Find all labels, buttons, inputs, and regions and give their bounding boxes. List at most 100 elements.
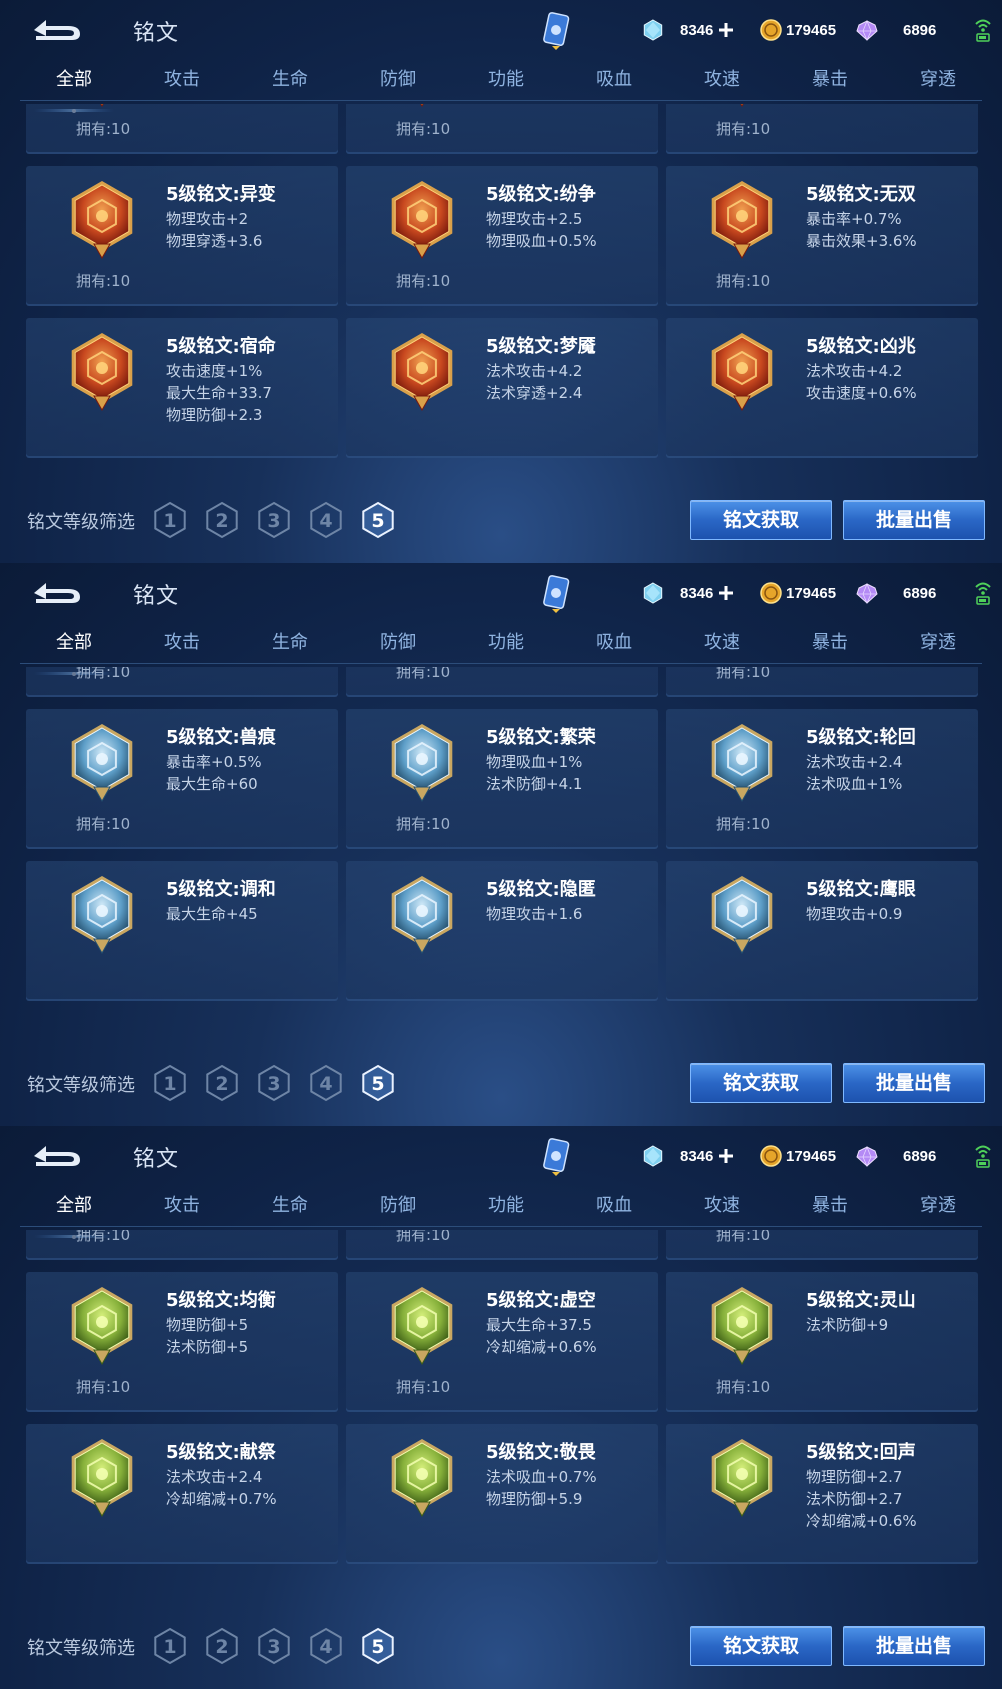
tab-2[interactable]: 生命 [250,1188,330,1224]
tab-1[interactable]: 攻击 [142,625,222,661]
rune-list[interactable]: 5级铭文:狩猎攻击速度+1%移速+1%拥有:10 5级铭文:贪婪法术吸血+1.6… [0,667,1002,1033]
level-filter-4[interactable]: 4 [308,1063,344,1103]
level-filter-5[interactable]: 5 [360,1063,396,1103]
tab-1[interactable]: 攻击 [142,62,222,98]
rune-card[interactable]: 5级铭文:回声 物理防御+2.7 法术防御+2.7 冷却缩减+0.6% [666,1424,978,1564]
rune-card[interactable]: 5级铭文:隐匿 物理攻击+1.6 [346,861,658,1001]
rune-card[interactable]: 5级铭文:梦魇 法术攻击+4.2 法术穿透+2.4 [346,318,658,458]
rune-name: 5级铭文:献祭 [166,1442,276,1463]
level-filter-2[interactable]: 2 [204,1063,240,1103]
rune-card[interactable]: 物理攻击+3.2拥有:10 [26,104,338,154]
tab-4[interactable]: 功能 [466,625,546,661]
rune-card[interactable]: 5级铭文:繁荣 物理吸血+1% 法术防御+4.1 拥有:10 [346,709,658,849]
tab-3[interactable]: 防御 [358,625,438,661]
tab-6[interactable]: 攻速 [682,625,762,661]
rune-card[interactable]: 5级铭文:纷争 物理攻击+2.5 物理吸血+0.5% 拥有:10 [346,166,658,306]
rune-card[interactable]: 5级铭文:献祭 法术攻击+2.4 冷却缩减+0.7% [26,1424,338,1564]
level-filter-3[interactable]: 3 [256,500,292,540]
rune-card[interactable]: 物理防御+9拥有:10 [666,1230,978,1260]
back-icon[interactable] [28,579,86,607]
add-ore-icon[interactable] [717,21,735,39]
level-filter-2[interactable]: 2 [204,1626,240,1666]
rune-card[interactable]: 5级铭文:夺萃物理吸血+1.6%拥有:10 [666,667,978,697]
tab-5[interactable]: 吸血 [574,1188,654,1224]
rune-card-icon[interactable] [540,573,572,613]
svg-text:3: 3 [267,1636,280,1658]
rune-card-icon[interactable] [540,1136,572,1176]
level-filter-label: 铭文等级筛选 [27,1638,135,1659]
rune-card[interactable]: 5级铭文:灵山 法术防御+9 拥有:10 [666,1272,978,1412]
level-filter-5[interactable]: 5 [360,500,396,540]
rune-card[interactable]: 5级铭文:凶兆 法术攻击+4.2 攻击速度+0.6% [666,318,978,458]
tab-1[interactable]: 攻击 [142,1188,222,1224]
rune-icon [66,1436,138,1518]
tab-0[interactable]: 全部 [34,1188,114,1224]
rune-card[interactable]: 5级铭文:无双 暴击率+0.7% 暴击效果+3.6% 拥有:10 [666,166,978,306]
rune-card[interactable]: 5级铭文:贪婪法术吸血+1.6%拥有:10 [346,667,658,697]
rune-stat: 最大生命+60 [166,775,258,793]
get-rune-button[interactable]: 铭文获取 [690,1063,832,1103]
tab-7[interactable]: 暴击 [790,62,870,98]
tab-4[interactable]: 功能 [466,62,546,98]
rune-card[interactable]: 5级铭文:虚空 最大生命+37.5 冷却缩减+0.6% 拥有:10 [346,1272,658,1412]
rune-card[interactable]: 5级铭文:调和 最大生命+45 [26,861,338,1001]
rune-card[interactable]: 法术攻击+5.3拥有:10 [346,104,658,154]
rune-card[interactable]: 5级铭文:兽痕 暴击率+0.5% 最大生命+60 拥有:10 [26,709,338,849]
rune-card[interactable]: 5级铭文:异变 物理攻击+2 物理穿透+3.6 拥有:10 [26,166,338,306]
owned-count: 拥有:10 [76,667,131,681]
level-filter-4[interactable]: 4 [308,500,344,540]
rune-card[interactable]: 攻击速度+0.6%法术穿透+6.4拥有:10 [26,1230,338,1260]
ore-currency: 8346 [642,18,735,42]
level-filter-3[interactable]: 3 [256,1626,292,1666]
bulk-sell-button[interactable]: 批量出售 [843,500,985,540]
level-filter-2[interactable]: 2 [204,500,240,540]
rune-stat: 物理攻击+2.5 [486,210,583,228]
rune-card[interactable]: 5级铭文:敬畏 法术吸血+0.7% 物理防御+5.9 [346,1424,658,1564]
tab-7[interactable]: 暴击 [790,1188,870,1224]
rune-card[interactable]: 冷却缩减+1%拥有:10 [346,1230,658,1260]
add-ore-icon[interactable] [717,1147,735,1165]
rune-card[interactable]: 5级铭文:轮回 法术攻击+2.4 法术吸血+1% 拥有:10 [666,709,978,849]
tab-6[interactable]: 攻速 [682,1188,762,1224]
rune-list[interactable]: 物理攻击+3.2拥有:10 法术攻击+5.3拥有:10 攻击速度+1.6%暴击率… [0,104,1002,470]
get-rune-button[interactable]: 铭文获取 [690,500,832,540]
tab-8[interactable]: 穿透 [898,62,978,98]
tab-4[interactable]: 功能 [466,1188,546,1224]
bulk-sell-button[interactable]: 批量出售 [843,1063,985,1103]
level-filter-3[interactable]: 3 [256,1063,292,1103]
rune-list[interactable]: 攻击速度+0.6%法术穿透+6.4拥有:10 冷却缩减+1%拥有:10 物理防御… [0,1230,1002,1596]
rune-stat: 法术攻击+4.2 [806,362,903,380]
tab-7[interactable]: 暴击 [790,625,870,661]
tab-2[interactable]: 生命 [250,625,330,661]
level-filter-1[interactable]: 1 [152,1626,188,1666]
back-icon[interactable] [28,16,86,44]
rune-card[interactable]: 5级铭文:鹰眼 物理攻击+0.9 [666,861,978,1001]
level-filter-4[interactable]: 4 [308,1626,344,1666]
tab-3[interactable]: 防御 [358,1188,438,1224]
tab-6[interactable]: 攻速 [682,62,762,98]
rune-name: 5级铭文:纷争 [486,184,596,205]
rune-card[interactable]: 5级铭文:均衡 物理防御+5 法术防御+5 拥有:10 [26,1272,338,1412]
rune-card[interactable]: 5级铭文:宿命 攻击速度+1% 最大生命+33.7 物理防御+2.3 [26,318,338,458]
rune-card-icon[interactable] [540,10,572,50]
tab-0[interactable]: 全部 [34,62,114,98]
tab-8[interactable]: 穿透 [898,1188,978,1224]
svg-text:4: 4 [319,510,332,532]
level-filter-1[interactable]: 1 [152,500,188,540]
tab-2[interactable]: 生命 [250,62,330,98]
rune-card[interactable]: 攻击速度+1.6%暴击率+0.5%拥有:10 [666,104,978,154]
rune-card[interactable]: 5级铭文:狩猎攻击速度+1%移速+1%拥有:10 [26,667,338,697]
level-filter-5[interactable]: 5 [360,1626,396,1666]
level-filter-1[interactable]: 1 [152,1063,188,1103]
rune-icon [706,178,778,260]
bulk-sell-button[interactable]: 批量出售 [843,1626,985,1666]
get-rune-button[interactable]: 铭文获取 [690,1626,832,1666]
add-ore-icon[interactable] [717,584,735,602]
tab-5[interactable]: 吸血 [574,62,654,98]
tab-5[interactable]: 吸血 [574,625,654,661]
tab-0[interactable]: 全部 [34,625,114,661]
tab-8[interactable]: 穿透 [898,625,978,661]
tab-3[interactable]: 防御 [358,62,438,98]
page-title: 铭文 [133,21,180,46]
back-icon[interactable] [28,1142,86,1170]
